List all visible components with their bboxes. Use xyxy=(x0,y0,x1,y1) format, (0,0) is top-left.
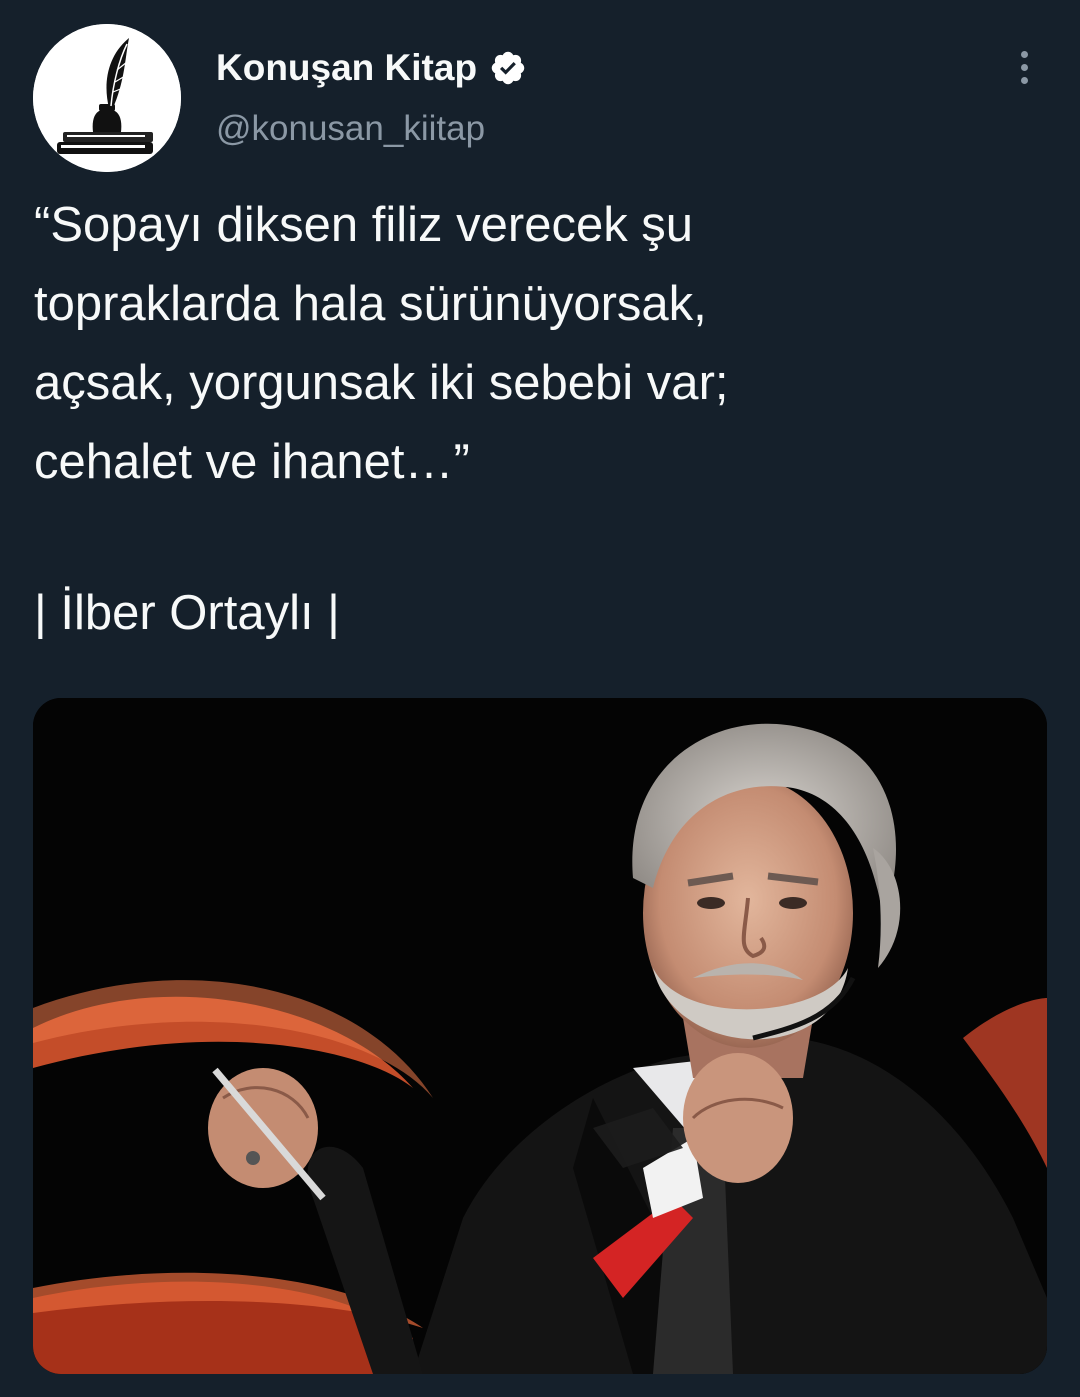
more-dot-icon xyxy=(1020,63,1028,71)
display-name-text: Konuşan Kitap xyxy=(216,47,478,88)
tweet-text-line: açsak, yorgunsak iki sebebi var; xyxy=(34,356,729,410)
tweet-text-line: “Sopayı diksen filiz verecek şu xyxy=(34,198,694,252)
tweet-photo[interactable] xyxy=(33,698,1047,1374)
author-handle[interactable]: @konusan_kiitap xyxy=(216,108,485,150)
more-options-button[interactable] xyxy=(1004,44,1044,90)
verified-badge-icon xyxy=(489,49,527,87)
tweet-text-line: topraklarda hala sürünüyorsak, xyxy=(34,277,707,331)
quote-attribution: | İlber Ortaylı | xyxy=(34,586,340,640)
quill-and-book-logo-icon xyxy=(33,24,181,172)
author-display-name[interactable]: Konuşan Kitap xyxy=(216,46,527,90)
tweet-text: “Sopayı diksen filiz verecek şu toprakla… xyxy=(34,186,1044,502)
avatar[interactable] xyxy=(33,24,181,172)
more-dot-icon xyxy=(1020,50,1028,58)
more-dot-icon xyxy=(1020,76,1028,84)
tweet-text-line: cehalet ve ihanet…” xyxy=(34,435,470,489)
photo-of-elderly-man-in-suit-holding-glasses-icon xyxy=(33,698,1047,1374)
